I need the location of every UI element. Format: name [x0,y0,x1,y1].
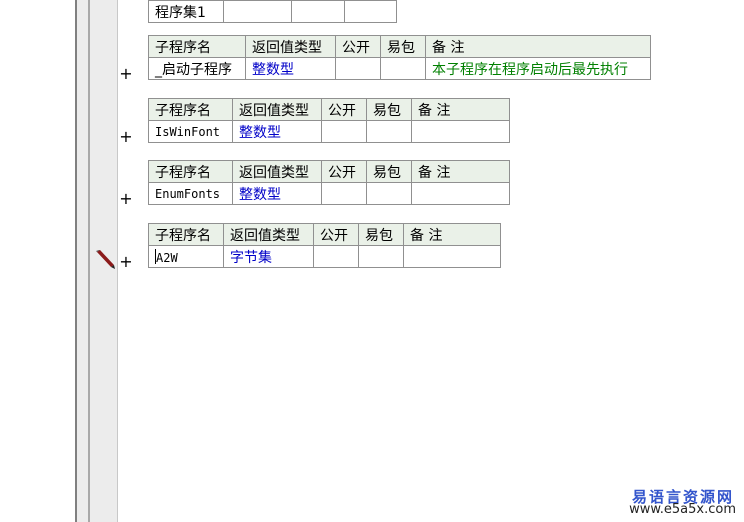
expand-subroutine-toggle[interactable]: + [119,66,133,82]
expand-subroutine-toggle[interactable]: + [119,129,133,145]
expand-subroutine-toggle[interactable]: + [119,191,133,207]
assembly-cell[interactable] [223,0,292,23]
header-return-type: 返回值类型 [223,223,314,246]
return-type-cell[interactable]: 整数型 [232,120,322,143]
header-easy: 易包 [380,35,426,58]
subroutine-row: _启动子程序 整数型 本子程序在程序启动后最先执行 [148,57,651,80]
subroutine-table: 子程序名 返回值类型 公开 易包 备 注 A2W 字节集 [148,223,501,268]
assembly-table: 程序集1 [148,0,397,23]
header-remark: 备 注 [403,223,501,246]
public-cell[interactable] [321,120,367,143]
return-type-cell[interactable]: 整数型 [232,182,322,205]
header-remark: 备 注 [425,35,651,58]
header-return-type: 返回值类型 [232,160,322,183]
header-remark: 备 注 [411,160,510,183]
header-name: 子程序名 [148,35,246,58]
remark-cell[interactable] [411,120,510,143]
easy-cell[interactable] [366,182,412,205]
gutter-divider [88,0,90,522]
assembly-cell[interactable] [344,0,397,23]
subroutine-name-cell[interactable]: _启动子程序 [148,57,246,80]
assembly-cell[interactable] [291,0,345,23]
expand-subroutine-toggle[interactable]: + [119,254,133,270]
easy-cell[interactable] [358,245,404,268]
header-return-type: 返回值类型 [232,98,322,121]
header-name: 子程序名 [148,98,233,121]
header-remark: 备 注 [411,98,510,121]
easy-cell[interactable] [380,57,426,80]
subroutine-table: 子程序名 返回值类型 公开 易包 备 注 _启动子程序 整数型 本子程序在程序启… [148,35,651,80]
subroutine-header-row: 子程序名 返回值类型 公开 易包 备 注 [148,223,501,246]
header-public: 公开 [335,35,381,58]
subroutine-row: IsWinFont 整数型 [148,120,510,143]
easy-cell[interactable] [366,120,412,143]
header-easy: 易包 [366,160,412,183]
header-public: 公开 [313,223,359,246]
subroutine-header-row: 子程序名 返回值类型 公开 易包 备 注 [148,98,510,121]
public-cell[interactable] [313,245,359,268]
subroutine-name-cell[interactable]: IsWinFont [148,120,233,143]
header-easy: 易包 [358,223,404,246]
assembly-name-cell[interactable]: 程序集1 [148,0,224,23]
assembly-name-text: 程序集1 [155,4,206,21]
subroutine-header-row: 子程序名 返回值类型 公开 易包 备 注 [148,160,510,183]
subroutine-table: 子程序名 返回值类型 公开 易包 备 注 EnumFonts 整数型 [148,160,510,205]
remark-cell[interactable]: 本子程序在程序启动后最先执行 [425,57,651,80]
public-cell[interactable] [321,182,367,205]
subroutine-row: EnumFonts 整数型 [148,182,510,205]
header-public: 公开 [321,160,367,183]
pencil-icon [96,250,115,269]
remark-cell[interactable] [403,245,501,268]
remark-cell[interactable] [411,182,510,205]
header-name: 子程序名 [148,223,224,246]
subroutine-table: 子程序名 返回值类型 公开 易包 备 注 IsWinFont 整数型 [148,98,510,143]
header-return-type: 返回值类型 [245,35,336,58]
editor-left-margin [0,0,75,522]
subroutine-name-text: A2W [156,250,178,265]
return-type-cell[interactable]: 字节集 [223,245,314,268]
subroutine-name-cell[interactable]: EnumFonts [148,182,233,205]
return-type-cell[interactable]: 整数型 [245,57,336,80]
subroutine-row: A2W 字节集 [148,245,501,268]
watermark-url: www.e5a5x.com [629,502,736,517]
gutter-edge [117,0,118,522]
header-public: 公开 [321,98,367,121]
subroutine-name-cell[interactable]: A2W [148,245,224,268]
header-easy: 易包 [366,98,412,121]
header-name: 子程序名 [148,160,233,183]
public-cell[interactable] [335,57,381,80]
subroutine-header-row: 子程序名 返回值类型 公开 易包 备 注 [148,35,651,58]
